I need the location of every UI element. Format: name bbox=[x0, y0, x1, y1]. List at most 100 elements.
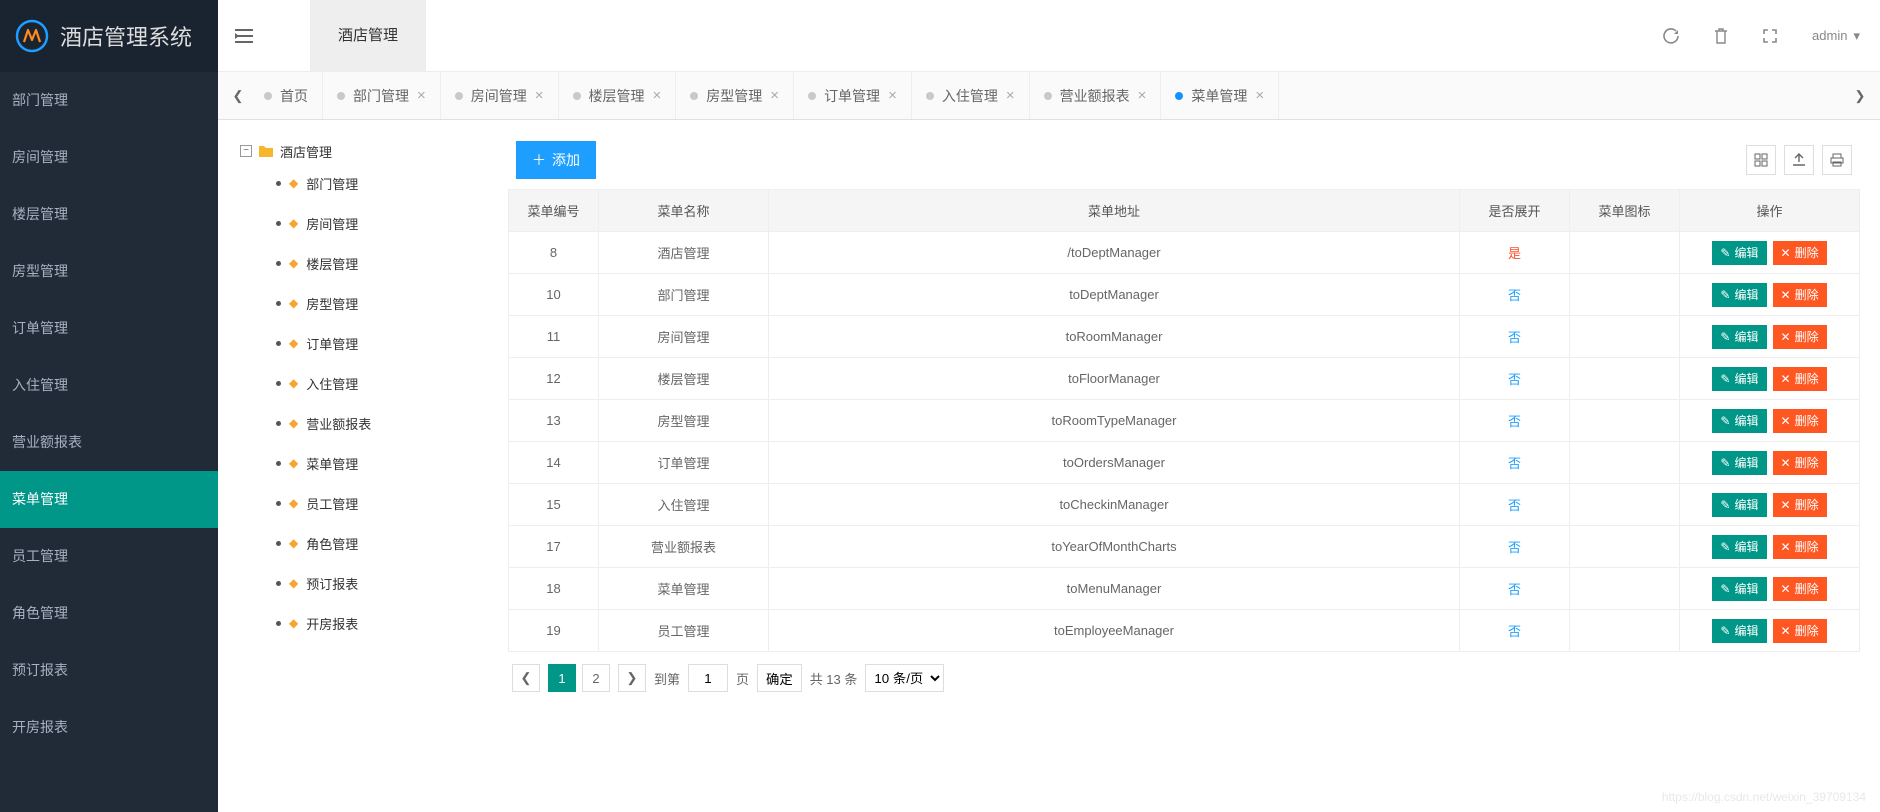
tab-scroll-right[interactable]: ❯ bbox=[1848, 88, 1872, 104]
close-icon[interactable]: × bbox=[1138, 87, 1147, 104]
cell-url: toRoomManager bbox=[769, 316, 1460, 358]
delete-button[interactable]: ✕删除 bbox=[1773, 367, 1827, 391]
edit-button[interactable]: ✎编辑 bbox=[1712, 619, 1766, 643]
column-header: 是否展开 bbox=[1460, 190, 1570, 232]
edit-button[interactable]: ✎编辑 bbox=[1712, 451, 1766, 475]
goto-confirm-button[interactable]: 确定 bbox=[757, 664, 802, 692]
topbar: 酒店管理 admin ▾ bbox=[218, 0, 1880, 72]
main-tab-hotel[interactable]: 酒店管理 bbox=[310, 0, 426, 72]
tab[interactable]: 订单管理 × bbox=[794, 72, 912, 119]
page-prev[interactable]: ❮ bbox=[512, 664, 540, 692]
tree-node[interactable]: ◆菜单管理 bbox=[276, 443, 486, 483]
tab[interactable]: 首页 bbox=[250, 72, 323, 119]
add-button[interactable]: ＋ 添加 bbox=[516, 141, 596, 179]
tab[interactable]: 楼层管理× bbox=[559, 72, 677, 119]
menu-toggle-icon[interactable] bbox=[218, 11, 270, 61]
cell-expand: 否 bbox=[1460, 526, 1570, 568]
tree-node[interactable]: ◆开房报表 bbox=[276, 603, 486, 643]
tab-scroll-left[interactable]: ❮ bbox=[226, 88, 250, 104]
tree-collapse-icon[interactable]: − bbox=[240, 145, 252, 157]
table-row: 17营业额报表toYearOfMonthCharts否✎编辑✕删除 bbox=[509, 526, 1860, 568]
edit-button[interactable]: ✎编辑 bbox=[1712, 409, 1766, 433]
delete-button[interactable]: ✕删除 bbox=[1773, 241, 1827, 265]
sidebar-item[interactable]: 角色管理 bbox=[0, 585, 218, 642]
tab[interactable]: 部门管理× bbox=[323, 72, 441, 119]
page-next[interactable]: ❯ bbox=[618, 664, 646, 692]
sidebar-item[interactable]: 开房报表 bbox=[0, 699, 218, 756]
cell-name: 酒店管理 bbox=[599, 232, 769, 274]
close-icon[interactable]: × bbox=[417, 87, 426, 104]
close-icon[interactable]: × bbox=[535, 87, 544, 104]
fullscreen-icon[interactable] bbox=[1763, 29, 1777, 43]
sidebar-item[interactable]: 楼层管理 bbox=[0, 186, 218, 243]
edit-button[interactable]: ✎编辑 bbox=[1712, 577, 1766, 601]
edit-button[interactable]: ✎编辑 bbox=[1712, 535, 1766, 559]
sidebar-item[interactable]: 预订报表 bbox=[0, 642, 218, 699]
user-dropdown[interactable]: admin ▾ bbox=[1812, 28, 1860, 44]
delete-button[interactable]: ✕删除 bbox=[1773, 619, 1827, 643]
tree-node[interactable]: ◆角色管理 bbox=[276, 523, 486, 563]
sidebar-item[interactable]: 菜单管理 bbox=[0, 471, 218, 528]
delete-button[interactable]: ✕删除 bbox=[1773, 451, 1827, 475]
edit-button[interactable]: ✎编辑 bbox=[1712, 283, 1766, 307]
tab-label: 订单管理 bbox=[824, 86, 880, 106]
tree-node[interactable]: ◆入住管理 bbox=[276, 363, 486, 403]
trash-icon[interactable] bbox=[1714, 28, 1728, 44]
sidebar-item[interactable]: 订单管理 bbox=[0, 300, 218, 357]
tree-node[interactable]: ◆员工管理 bbox=[276, 483, 486, 523]
leaf-icon: ◆ bbox=[289, 336, 298, 350]
edit-button[interactable]: ✎编辑 bbox=[1712, 367, 1766, 391]
delete-button[interactable]: ✕删除 bbox=[1773, 493, 1827, 517]
close-icon[interactable]: × bbox=[653, 87, 662, 104]
page-number[interactable]: 2 bbox=[582, 664, 610, 692]
delete-button[interactable]: ✕删除 bbox=[1773, 409, 1827, 433]
edit-button[interactable]: ✎编辑 bbox=[1712, 325, 1766, 349]
tab[interactable]: 营业额报表× bbox=[1030, 72, 1162, 119]
edit-button[interactable]: ✎编辑 bbox=[1712, 241, 1766, 265]
close-icon[interactable]: × bbox=[1006, 87, 1015, 104]
print-tool-icon[interactable] bbox=[1822, 145, 1852, 175]
sidebar-item[interactable]: 营业额报表 bbox=[0, 414, 218, 471]
sidebar-item[interactable]: 员工管理 bbox=[0, 528, 218, 585]
sidebar-item[interactable]: 部门管理 bbox=[0, 72, 218, 129]
per-page-select[interactable]: 10 条/页 bbox=[865, 664, 944, 692]
delete-button[interactable]: ✕删除 bbox=[1773, 283, 1827, 307]
cell-icon bbox=[1570, 316, 1680, 358]
delete-button[interactable]: ✕删除 bbox=[1773, 325, 1827, 349]
sidebar-item[interactable]: 房型管理 bbox=[0, 243, 218, 300]
close-icon[interactable]: × bbox=[770, 87, 779, 104]
goto-page-input[interactable] bbox=[688, 664, 728, 692]
columns-tool-icon[interactable] bbox=[1746, 145, 1776, 175]
delete-button[interactable]: ✕删除 bbox=[1773, 577, 1827, 601]
tab[interactable]: 入住管理× bbox=[912, 72, 1030, 119]
tree-root-node[interactable]: − 酒店管理 bbox=[238, 139, 486, 163]
table-row: 11房间管理toRoomManager否✎编辑✕删除 bbox=[509, 316, 1860, 358]
page-number[interactable]: 1 bbox=[548, 664, 576, 692]
tree-node[interactable]: ◆房型管理 bbox=[276, 283, 486, 323]
tree-node[interactable]: ◆部门管理 bbox=[276, 163, 486, 203]
column-header: 菜单图标 bbox=[1570, 190, 1680, 232]
close-icon[interactable]: × bbox=[1255, 87, 1264, 104]
bullet-icon bbox=[276, 381, 281, 386]
tree-node[interactable]: ◆预订报表 bbox=[276, 563, 486, 603]
tab[interactable]: 房型管理× bbox=[676, 72, 794, 119]
tree-node[interactable]: ◆营业额报表 bbox=[276, 403, 486, 443]
close-icon[interactable]: × bbox=[888, 87, 897, 104]
cell-id: 8 bbox=[509, 232, 599, 274]
edit-button[interactable]: ✎编辑 bbox=[1712, 493, 1766, 517]
leaf-icon: ◆ bbox=[289, 376, 298, 390]
export-tool-icon[interactable] bbox=[1784, 145, 1814, 175]
tab[interactable]: 菜单管理× bbox=[1161, 72, 1279, 119]
tree-node[interactable]: ◆订单管理 bbox=[276, 323, 486, 363]
tree-node[interactable]: ◆楼层管理 bbox=[276, 243, 486, 283]
logo-header: 酒店管理系统 bbox=[0, 0, 218, 72]
refresh-icon[interactable] bbox=[1663, 28, 1679, 44]
sidebar-item[interactable]: 入住管理 bbox=[0, 357, 218, 414]
tab-status-dot bbox=[690, 92, 698, 100]
cell-expand: 否 bbox=[1460, 568, 1570, 610]
tab[interactable]: 房间管理× bbox=[441, 72, 559, 119]
sidebar-item[interactable]: 房间管理 bbox=[0, 129, 218, 186]
delete-button[interactable]: ✕删除 bbox=[1773, 535, 1827, 559]
tree-node-label: 楼层管理 bbox=[306, 254, 358, 273]
tree-node[interactable]: ◆房间管理 bbox=[276, 203, 486, 243]
